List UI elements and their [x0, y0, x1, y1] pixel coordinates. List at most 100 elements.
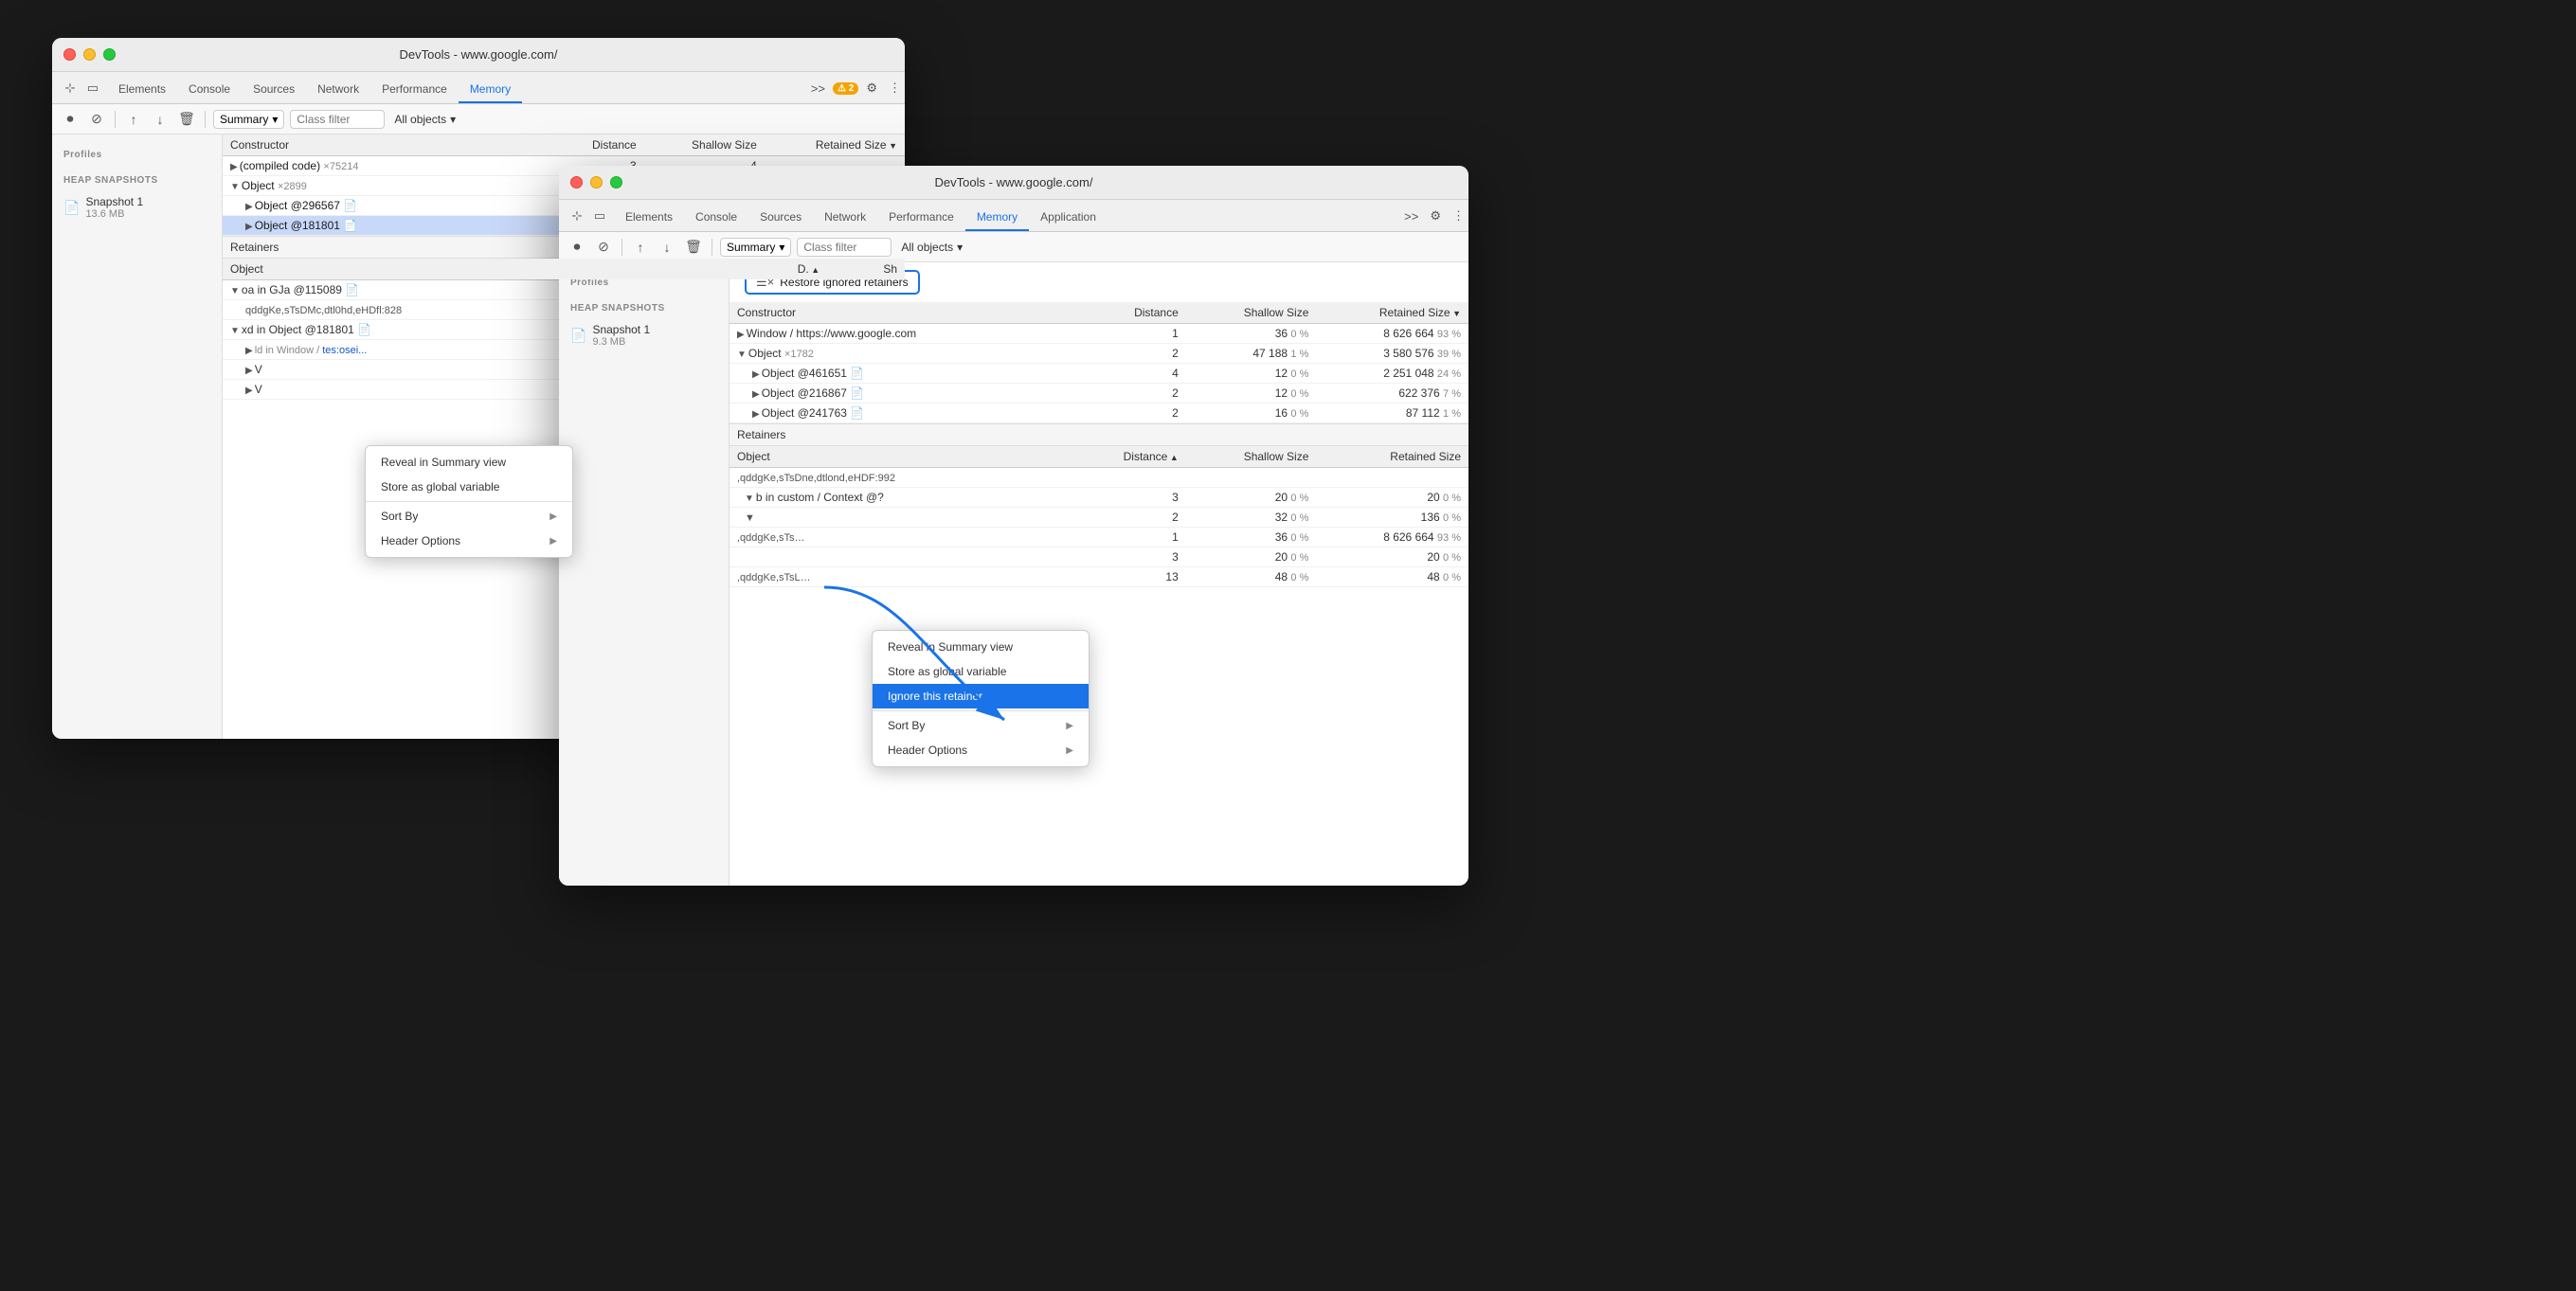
- cm-headeroptions-2[interactable]: Header Options ▶: [873, 738, 1089, 762]
- maximize-button-1[interactable]: [103, 48, 116, 61]
- more-tabs-icon-1[interactable]: >>: [807, 80, 829, 98]
- col-header-d-1[interactable]: D.: [749, 259, 827, 280]
- expand-arrow[interactable]: ▶: [245, 346, 253, 356]
- more-tabs-icon-2[interactable]: >>: [1400, 207, 1422, 225]
- col-header-shallow-r-2[interactable]: Shallow Size: [1186, 446, 1317, 468]
- window-title-2: DevTools - www.google.com/: [935, 175, 1093, 189]
- cm-ignore-2[interactable]: Ignore this retainer: [873, 684, 1089, 708]
- tab-console-1[interactable]: Console: [177, 77, 242, 103]
- col-header-shallow-2[interactable]: Shallow Size: [1186, 302, 1317, 324]
- col-header-sh-1[interactable]: Sh: [827, 259, 905, 280]
- kebab-icon-2[interactable]: ⋮: [1449, 206, 1468, 225]
- cm-sortby-1[interactable]: Sort By ▶: [366, 504, 572, 529]
- collect-btn-1[interactable]: 🗑: [176, 109, 197, 130]
- col-header-distance-2[interactable]: Distance: [1099, 302, 1186, 324]
- maximize-button-2[interactable]: [610, 176, 622, 188]
- tab-sources-1[interactable]: Sources: [242, 77, 306, 103]
- tab-console-2[interactable]: Console: [684, 205, 748, 231]
- tab-application-2[interactable]: Application: [1029, 205, 1108, 231]
- tab-performance-1[interactable]: Performance: [370, 77, 459, 103]
- summary-select-1[interactable]: Summary ▾: [213, 110, 284, 129]
- cm-reveal-2[interactable]: Reveal in Summary view: [873, 635, 1089, 659]
- cm-store-1[interactable]: Store as global variable: [366, 475, 572, 499]
- minimize-button-1[interactable]: [83, 48, 96, 61]
- tab-performance-2[interactable]: Performance: [877, 205, 965, 231]
- col-header-distance-1[interactable]: Distance: [564, 134, 644, 156]
- all-objects-arrow-1: ▾: [450, 113, 456, 126]
- table-row[interactable]: ▶Object @461651 📄 4 12 0 % 2 251 048 24 …: [730, 364, 1468, 384]
- snapshot-item-1[interactable]: 📄 Snapshot 1 13.6 MB: [52, 189, 222, 225]
- cm-headeroptions-1[interactable]: Header Options ▶: [366, 529, 572, 553]
- expand-arrow[interactable]: ▼: [230, 286, 240, 296]
- expand-arrow[interactable]: ▶: [245, 222, 253, 232]
- device-icon-2[interactable]: ▭: [589, 206, 610, 226]
- col-header-shallow-1[interactable]: Shallow Size: [644, 134, 765, 156]
- expand-arrow[interactable]: ▼: [230, 326, 240, 336]
- expand-arrow[interactable]: ▶: [245, 386, 253, 396]
- settings-icon-2[interactable]: ⚙: [1426, 206, 1445, 225]
- close-button-2[interactable]: [570, 176, 583, 188]
- collect-btn-2[interactable]: 🗑: [683, 237, 704, 258]
- tab-network-1[interactable]: Network: [306, 77, 370, 103]
- tab-memory-1[interactable]: Memory: [459, 77, 522, 103]
- table-row[interactable]: 3 20 0 % 20 0 %: [730, 547, 1468, 567]
- class-filter-input-2[interactable]: [797, 238, 892, 257]
- expand-arrow[interactable]: ▶: [752, 409, 760, 420]
- tab-memory-2[interactable]: Memory: [965, 205, 1029, 231]
- upload-btn-1[interactable]: ↑: [123, 109, 144, 130]
- expand-arrow[interactable]: ▼: [737, 350, 747, 360]
- expand-arrow[interactable]: ▶: [752, 369, 760, 380]
- expand-arrow[interactable]: ▶: [245, 366, 253, 376]
- all-objects-select-1[interactable]: All objects ▾: [394, 113, 456, 126]
- col-header-retained-r-2[interactable]: Retained Size: [1316, 446, 1468, 468]
- tab-sources-2[interactable]: Sources: [748, 205, 813, 231]
- upload-btn-2[interactable]: ↑: [630, 237, 651, 258]
- tab-network-2[interactable]: Network: [813, 205, 877, 231]
- cm-reveal-1[interactable]: Reveal in Summary view: [366, 450, 572, 475]
- col-header-retained-2[interactable]: Retained Size: [1316, 302, 1468, 324]
- minimize-button-2[interactable]: [590, 176, 603, 188]
- col-header-dist-2[interactable]: Distance: [1099, 446, 1186, 468]
- col-header-object-2[interactable]: Object: [730, 446, 1099, 468]
- download-btn-2[interactable]: ↓: [657, 237, 677, 258]
- table-row[interactable]: ,qddgKe,sTsL… 13 48 0 % 48 0 %: [730, 567, 1468, 587]
- clear-btn-1[interactable]: ⊘: [86, 109, 107, 130]
- kebab-icon-1[interactable]: ⋮: [885, 79, 905, 98]
- expand-arrow[interactable]: ▼: [745, 493, 754, 504]
- expand-arrow[interactable]: ▼: [230, 182, 240, 192]
- expand-arrow[interactable]: ▶: [737, 330, 745, 340]
- tab-elements-1[interactable]: Elements: [107, 77, 177, 103]
- download-btn-1[interactable]: ↓: [150, 109, 171, 130]
- table-row[interactable]: ▼b in custom / Context @? 3 20 0 % 20 0 …: [730, 488, 1468, 508]
- tab-elements-2[interactable]: Elements: [614, 205, 684, 231]
- summary-select-2[interactable]: Summary ▾: [720, 238, 791, 257]
- expand-arrow[interactable]: ▶: [245, 202, 253, 212]
- device-icon[interactable]: ▭: [82, 78, 103, 99]
- table-row[interactable]: ,qddgKe,sTs… 1 36 0 % 8 626 664 93 %: [730, 528, 1468, 547]
- all-objects-select-2[interactable]: All objects ▾: [901, 241, 963, 254]
- table-row[interactable]: ▶Window / https://www.google.com 1 36 0 …: [730, 324, 1468, 344]
- table-row[interactable]: ,qddgKe,sTsDne,dtlond,eHDF:992: [730, 468, 1468, 488]
- expand-arrow[interactable]: ▶: [230, 162, 238, 172]
- record-btn-1[interactable]: ⏺: [60, 109, 81, 130]
- snapshot-item-2[interactable]: 📄 Snapshot 1 9.3 MB: [559, 317, 729, 353]
- settings-icon-1[interactable]: ⚙: [862, 79, 881, 98]
- table-row[interactable]: ▶Object @241763 📄 2 16 0 % 87 112 1 %: [730, 403, 1468, 423]
- cm-sortby-2[interactable]: Sort By ▶: [873, 713, 1089, 738]
- main-content-2: Profiles HEAP SNAPSHOTS 📄 Snapshot 1 9.3…: [559, 262, 1468, 886]
- col-header-constructor-1[interactable]: Constructor: [223, 134, 564, 156]
- cm-store-2[interactable]: Store as global variable: [873, 659, 1089, 684]
- inspect-icon[interactable]: ⊹: [60, 78, 81, 99]
- record-btn-2[interactable]: ⏺: [567, 237, 587, 258]
- col-header-retained-1[interactable]: Retained Size: [765, 134, 905, 156]
- expand-arrow[interactable]: ▶: [752, 389, 760, 400]
- class-filter-input-1[interactable]: [290, 110, 385, 129]
- table-row[interactable]: ▶Object @216867 📄 2 12 0 % 622 376 7 %: [730, 384, 1468, 403]
- close-button-1[interactable]: [63, 48, 76, 61]
- table-row[interactable]: ▼Object ×1782 2 47 188 1 % 3 580 576 39 …: [730, 344, 1468, 364]
- clear-btn-2[interactable]: ⊘: [593, 237, 614, 258]
- col-header-constructor-2[interactable]: Constructor: [730, 302, 1099, 324]
- col-header-object-1[interactable]: Object: [223, 259, 749, 280]
- table-row[interactable]: ▼ 2 32 0 % 136 0 %: [730, 508, 1468, 528]
- inspect-icon-2[interactable]: ⊹: [567, 206, 587, 226]
